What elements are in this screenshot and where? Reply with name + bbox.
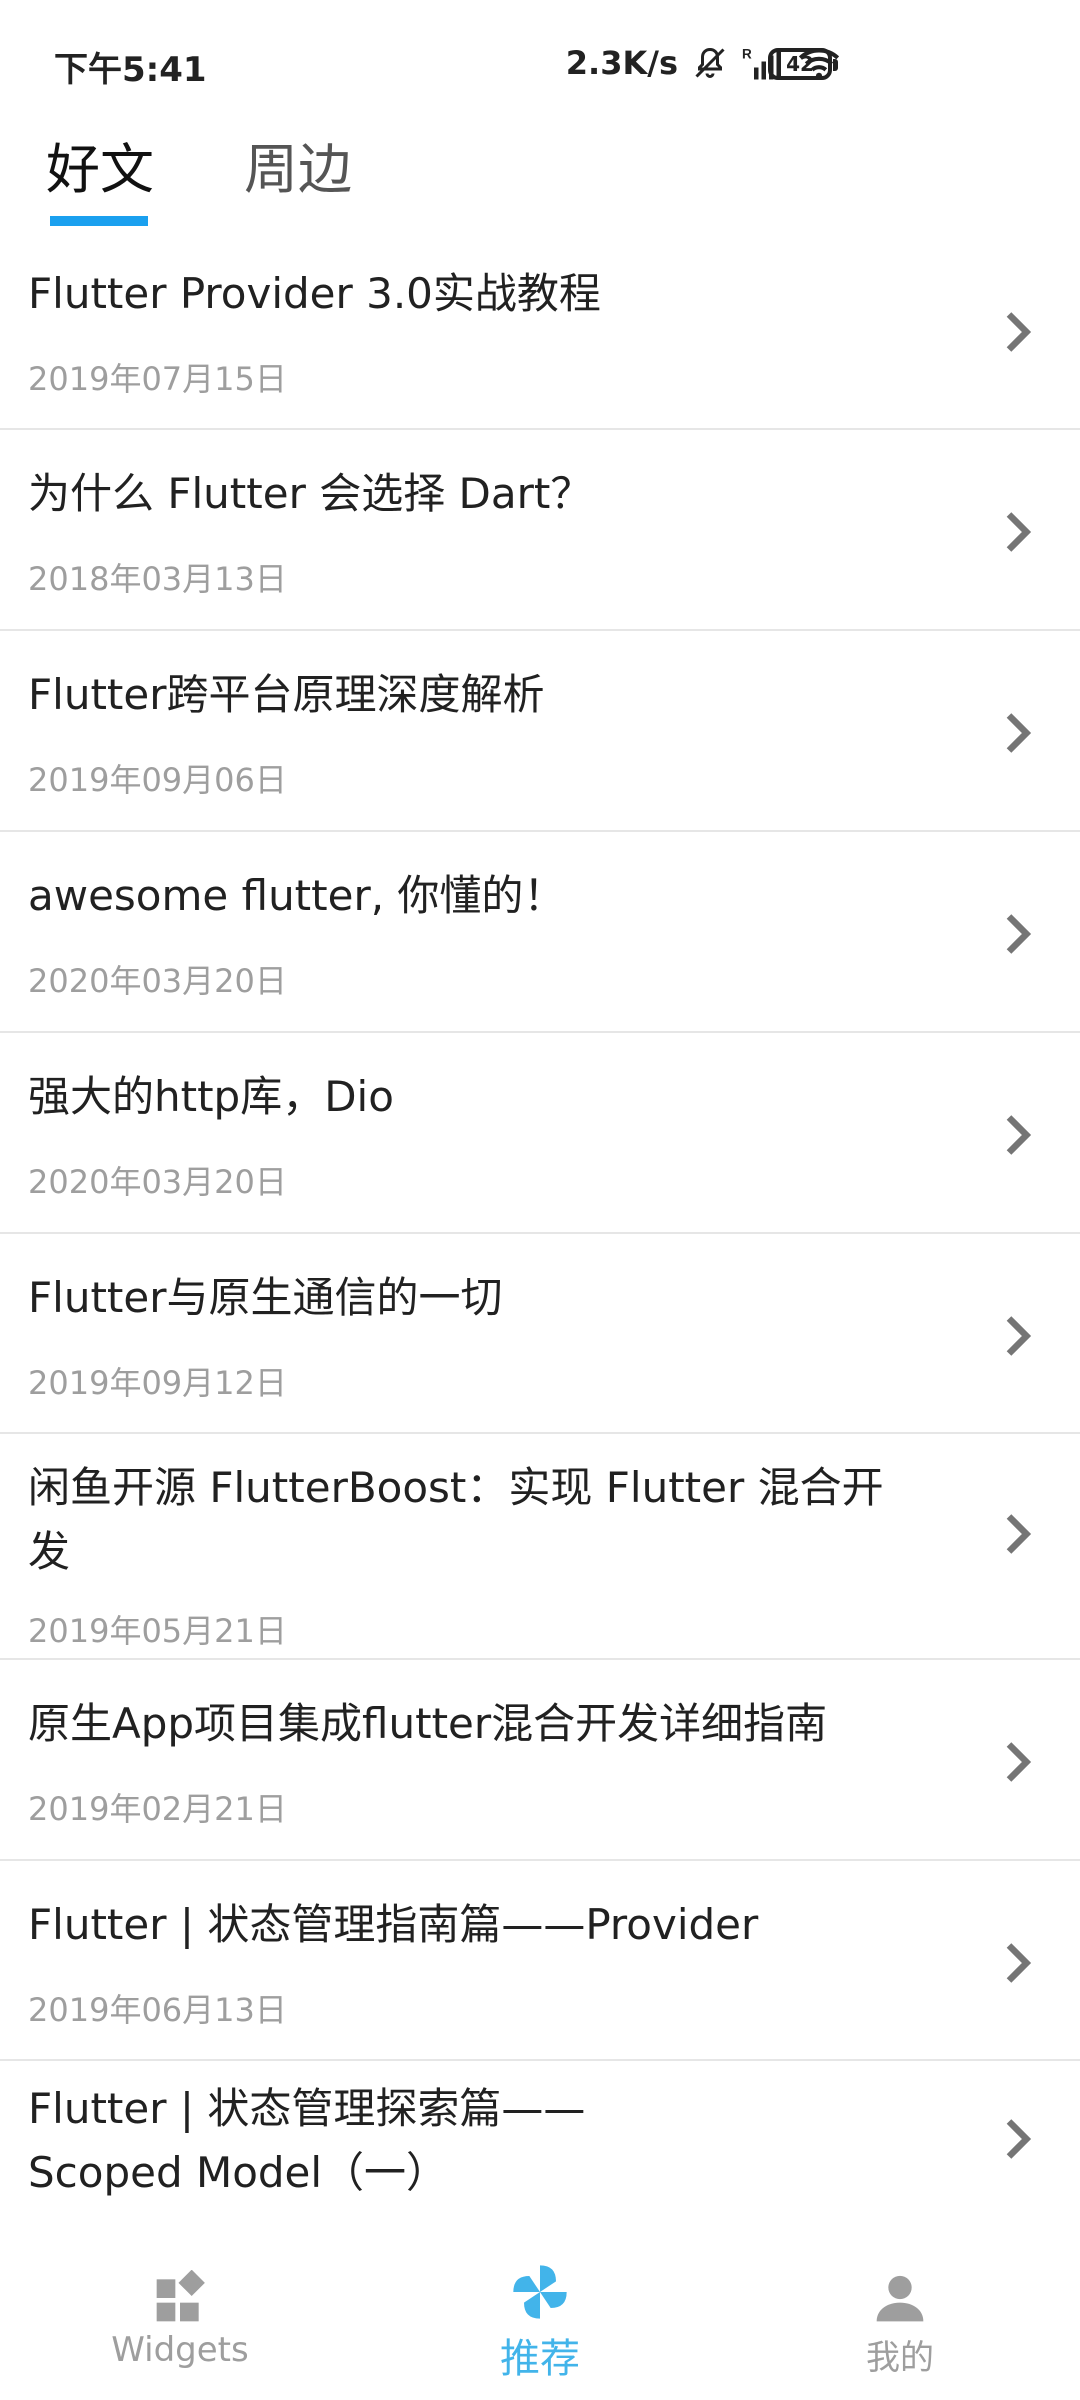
list-item[interactable]: Flutter跨平台原理深度解析 2019年09月06日 bbox=[0, 631, 1080, 832]
article-date: 2019年05月21日 bbox=[28, 1612, 287, 1650]
chevron-right-icon bbox=[1006, 1115, 1032, 1155]
article-title: Flutter | 状态管理探索篇——Scoped Model（一） bbox=[28, 2084, 586, 2197]
nav-widgets[interactable]: Widgets bbox=[60, 2270, 300, 2370]
top-tab-bar: 好文 周边 bbox=[0, 120, 1080, 230]
article-date: 2019年09月12日 bbox=[28, 1364, 287, 1402]
chevron-right-icon bbox=[1006, 713, 1032, 753]
mute-bell-icon bbox=[692, 45, 728, 81]
nav-widgets-label: Widgets bbox=[111, 2330, 249, 2370]
person-icon bbox=[876, 2275, 924, 2322]
article-title: Flutter Provider 3.0实战教程 bbox=[28, 269, 601, 318]
article-title: awesome flutter, 你懂的！ bbox=[28, 871, 566, 920]
nav-recommend-label: 推荐 bbox=[500, 2336, 580, 2382]
article-date: 2019年07月15日 bbox=[28, 360, 287, 398]
list-item[interactable]: Flutter与原生通信的一切 2019年09月12日 bbox=[0, 1234, 1080, 1434]
article-title: Flutter跨平台原理深度解析 bbox=[28, 670, 545, 719]
list-item[interactable]: 强大的http库，Dio 2020年03月20日 bbox=[0, 1033, 1080, 1234]
chevron-right-icon bbox=[1006, 312, 1032, 352]
chevron-right-icon bbox=[1006, 1742, 1032, 1782]
chevron-right-icon bbox=[1006, 914, 1032, 954]
svg-text:R: R bbox=[742, 47, 752, 62]
battery-icon: 42 bbox=[768, 48, 838, 80]
chevron-right-icon bbox=[1006, 1316, 1032, 1356]
list-item[interactable]: 原生App项目集成flutter混合开发详细指南 2019年02月21日 bbox=[0, 1660, 1080, 1861]
tab-good-articles[interactable]: 好文 bbox=[46, 130, 154, 210]
active-tab-indicator bbox=[50, 216, 148, 226]
list-item[interactable]: Flutter Provider 3.0实战教程 2019年07月15日 bbox=[0, 230, 1080, 430]
article-date: 2019年02月21日 bbox=[28, 1790, 287, 1828]
article-date: 2019年09月06日 bbox=[28, 761, 287, 799]
article-date: 2018年03月13日 bbox=[28, 560, 287, 598]
article-title: Flutter | 状态管理指南篇——Provider bbox=[28, 1900, 759, 1949]
list-item[interactable]: Flutter | 状态管理探索篇——Scoped Model（一） bbox=[0, 2061, 1080, 2198]
article-title: 强大的http库，Dio bbox=[28, 1072, 394, 1121]
bottom-navigation: Widgets 推荐 我的 bbox=[0, 2200, 1080, 2400]
nav-mine-label: 我的 bbox=[866, 2338, 934, 2378]
article-list: Flutter Provider 3.0实战教程 2019年07月15日 为什么… bbox=[0, 230, 1080, 2198]
chevron-right-icon bbox=[1006, 1943, 1032, 1983]
nav-recommend[interactable]: 推荐 bbox=[420, 2260, 660, 2384]
list-item[interactable]: Flutter | 状态管理指南篇——Provider 2019年06月13日 bbox=[0, 1861, 1080, 2061]
pinwheel-icon bbox=[513, 2265, 567, 2319]
article-title: 闲鱼开源 FlutterBoost：实现 Flutter 混合开发 bbox=[28, 1463, 884, 1576]
article-title: 原生App项目集成flutter混合开发详细指南 bbox=[28, 1699, 828, 1748]
list-item[interactable]: 闲鱼开源 FlutterBoost：实现 Flutter 混合开发 2019年0… bbox=[0, 1434, 1080, 1660]
tab-surroundings[interactable]: 周边 bbox=[244, 130, 352, 210]
status-time: 下午5:41 bbox=[54, 50, 207, 90]
list-item[interactable]: awesome flutter, 你懂的！ 2020年03月20日 bbox=[0, 832, 1080, 1033]
list-item[interactable]: 为什么 Flutter 会选择 Dart？ 2018年03月13日 bbox=[0, 430, 1080, 631]
chevron-right-icon bbox=[1006, 512, 1032, 552]
article-date: 2019年06月13日 bbox=[28, 1991, 287, 2029]
article-title: Flutter与原生通信的一切 bbox=[28, 1273, 503, 1322]
chevron-right-icon bbox=[1006, 2119, 1032, 2159]
article-date: 2020年03月20日 bbox=[28, 962, 287, 1000]
network-speed: 2.3K/s bbox=[565, 44, 678, 82]
chevron-right-icon bbox=[1006, 1514, 1032, 1554]
article-date: 2020年03月20日 bbox=[28, 1163, 287, 1201]
widgets-icon bbox=[156, 2270, 205, 2322]
nav-mine[interactable]: 我的 bbox=[780, 2270, 1020, 2379]
status-bar: 下午5:41 2.3K/s R 42 bbox=[0, 0, 1080, 120]
article-title: 为什么 Flutter 会选择 Dart？ bbox=[28, 469, 593, 518]
